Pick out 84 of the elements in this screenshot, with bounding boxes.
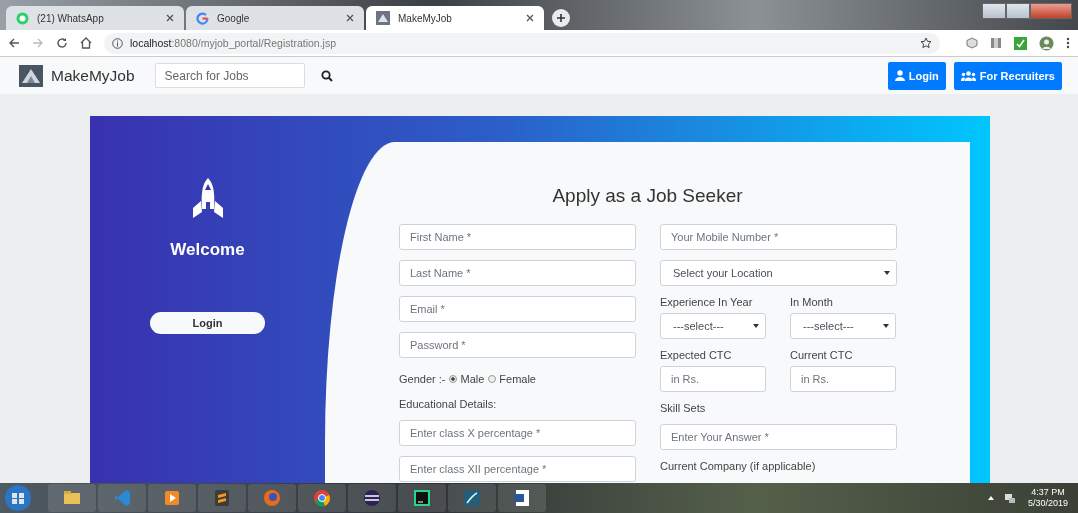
cube-icon[interactable] xyxy=(966,37,978,49)
star-icon[interactable] xyxy=(920,37,932,49)
field-label: Gender :- xyxy=(399,373,446,385)
search-field[interactable]: Search for Jobs xyxy=(154,63,305,88)
caret-icon xyxy=(884,271,890,275)
brand-name[interactable]: MakeMyJob xyxy=(51,66,135,85)
taskbar-button[interactable] xyxy=(298,484,346,512)
input-field[interactable]: Enter class X percentage * xyxy=(399,420,636,446)
check-icon[interactable] xyxy=(1014,36,1027,50)
dropdown[interactable]: ---select--- xyxy=(790,313,896,339)
address-bar[interactable]: localhost:8080/myjob_portal/Registration.jsp xyxy=(104,32,940,54)
welcome-heading: Welcome xyxy=(170,240,245,260)
input-field[interactable]: First Name * xyxy=(399,224,636,250)
document-icon xyxy=(512,488,532,508)
close-icon[interactable] xyxy=(346,14,354,22)
radio-option[interactable]: Female xyxy=(488,373,536,385)
rocket-icon xyxy=(190,178,225,218)
search-icon[interactable] xyxy=(320,69,333,82)
radio-option[interactable]: Male xyxy=(449,373,485,385)
browser-icon xyxy=(262,488,282,508)
input-field[interactable]: Last Name * xyxy=(399,260,636,286)
login-button[interactable]: Login xyxy=(887,61,946,90)
browser-tab[interactable]: (21) WhatsApp xyxy=(6,6,184,30)
field-label: Experience In Year xyxy=(660,296,754,308)
radio-button[interactable] xyxy=(488,375,497,383)
ide-icon xyxy=(412,488,432,508)
recruiters-button[interactable]: For Recruiters xyxy=(953,61,1062,90)
reload-icon[interactable] xyxy=(56,37,68,49)
database-icon xyxy=(462,488,482,508)
input-field[interactable]: Email * xyxy=(399,296,636,322)
input-field[interactable]: in Rs. xyxy=(660,366,766,392)
field-label: Educational Details: xyxy=(399,398,498,410)
code-editor-icon xyxy=(112,488,132,508)
dropdown[interactable]: Select your Location xyxy=(660,260,897,286)
avatar-icon[interactable] xyxy=(1039,35,1054,51)
letter-g-icon xyxy=(196,11,209,25)
chat-icon xyxy=(16,11,29,25)
caret-icon xyxy=(883,324,889,328)
taskbar-button[interactable] xyxy=(198,484,246,512)
login-button[interactable]: Login xyxy=(150,312,265,334)
home-icon[interactable] xyxy=(80,37,92,49)
field-label: Current Company (if applicable) xyxy=(660,460,817,472)
caret-icon[interactable] xyxy=(987,496,994,500)
users-icon xyxy=(960,70,976,81)
taskbar-button[interactable] xyxy=(498,484,546,512)
plus-icon xyxy=(556,13,566,23)
menu-icon[interactable] xyxy=(1066,37,1070,49)
network-icon[interactable] xyxy=(1003,492,1016,504)
taskbar-button[interactable] xyxy=(348,484,396,512)
browser-tab[interactable]: MakeMyJob xyxy=(366,6,544,30)
field-label: Expected CTC xyxy=(660,349,733,361)
close-icon[interactable] xyxy=(166,14,174,22)
text-editor-icon xyxy=(212,488,232,508)
caret-icon xyxy=(753,324,759,328)
ide-icon xyxy=(362,488,382,508)
browser-icon xyxy=(312,488,332,508)
user-icon xyxy=(894,70,905,81)
input-field[interactable]: Your Mobile Number * xyxy=(660,224,897,250)
maximize-button[interactable] xyxy=(1006,3,1030,19)
info-icon xyxy=(112,37,123,49)
logo-icon xyxy=(376,11,390,25)
taskbar-button[interactable] xyxy=(398,484,446,512)
browser-tab[interactable]: Google xyxy=(186,6,364,30)
field-label: In Month xyxy=(790,296,834,308)
start-button[interactable] xyxy=(4,484,32,512)
url-text: localhost:8080/myjob_portal/Registration.jsp xyxy=(130,37,337,49)
bars-icon[interactable] xyxy=(990,37,1002,49)
clock[interactable]: 4:37 PM 5/30/2019 xyxy=(1027,487,1068,509)
new-tab-button[interactable] xyxy=(552,9,570,27)
minimize-button[interactable] xyxy=(982,3,1006,19)
logo-icon xyxy=(19,64,43,87)
input-field[interactable]: Enter Your Answer * xyxy=(660,424,897,450)
field-label: Current CTC xyxy=(790,349,854,361)
radio-button[interactable] xyxy=(449,375,458,383)
input-field[interactable]: Password * xyxy=(399,332,636,358)
dropdown[interactable]: ---select--- xyxy=(660,313,766,339)
back-arrow-icon[interactable] xyxy=(8,37,20,49)
close-icon[interactable] xyxy=(526,14,534,22)
input-field[interactable]: Enter class XII percentage * xyxy=(399,456,636,482)
media-player-icon xyxy=(162,488,182,508)
close-button[interactable] xyxy=(1030,3,1072,19)
input-field[interactable]: in Rs. xyxy=(790,366,896,392)
field-label: Skill Sets xyxy=(660,402,707,414)
form-title: Apply as a Job Seeker xyxy=(551,184,744,208)
